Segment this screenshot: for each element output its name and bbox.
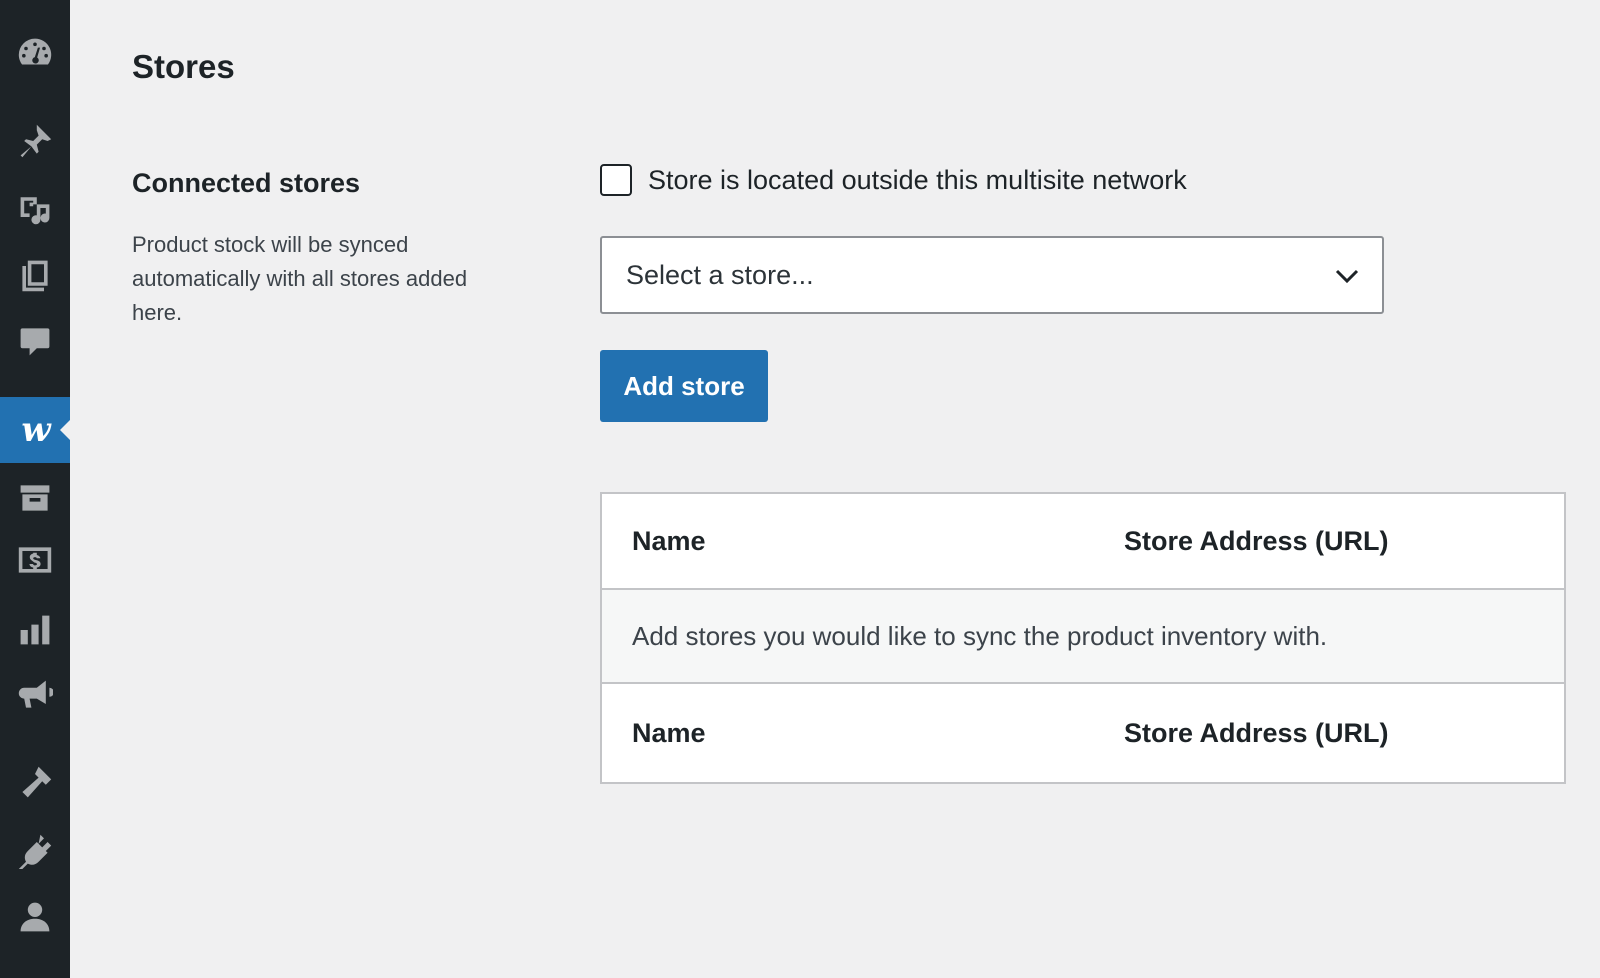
stores-table: Name Store Address (URL) Add stores you …: [600, 492, 1566, 784]
marketing-icon: [18, 680, 53, 708]
plugins-icon: [18, 834, 52, 869]
chevron-down-icon: [1335, 269, 1359, 284]
section-title: Connected stores: [132, 168, 361, 198]
column-footer-url[interactable]: Store Address (URL): [1124, 718, 1389, 749]
nav-item-payments[interactable]: [0, 527, 70, 593]
page-title: Stores: [132, 48, 235, 85]
add-store-button[interactable]: Add store: [600, 350, 768, 422]
analytics-icon: [20, 615, 50, 645]
outside-network-option: Store is located outside this multisite …: [600, 164, 1187, 196]
nav-item-products[interactable]: [0, 465, 70, 531]
table-footer-row: Name Store Address (URL): [602, 684, 1564, 782]
nav-item-dashboard[interactable]: [0, 20, 70, 86]
nav-item-analytics[interactable]: [0, 597, 70, 663]
payments-icon: [18, 547, 52, 573]
nav-item-media[interactable]: [0, 175, 70, 241]
outside-network-label[interactable]: Store is located outside this multisite …: [648, 165, 1187, 196]
appearance-icon: [22, 766, 52, 798]
store-select[interactable]: Select a store...: [600, 236, 1384, 314]
pin-icon: [20, 124, 52, 158]
woocommerce-icon: w: [21, 410, 50, 450]
nav-item-users[interactable]: [0, 884, 70, 950]
column-footer-name[interactable]: Name: [632, 718, 706, 749]
nav-item-appearance[interactable]: [0, 750, 70, 816]
dashboard-icon: [18, 38, 52, 65]
comments-icon: [20, 328, 50, 356]
archive-icon: [20, 485, 50, 511]
nav-item-marketing[interactable]: [0, 662, 70, 728]
users-icon: [20, 902, 50, 932]
nav-item-plugins[interactable]: [0, 818, 70, 884]
outside-network-checkbox[interactable]: [600, 164, 632, 196]
nav-item-pages[interactable]: [0, 242, 70, 308]
media-icon: [20, 197, 50, 225]
main-content: Stores Connected stores Product stock wi…: [70, 0, 1600, 978]
section-description: Product stock will be synced automatical…: [132, 232, 468, 325]
column-header-url[interactable]: Store Address (URL): [1124, 526, 1389, 557]
pages-icon: [22, 260, 48, 292]
nav-item-woocommerce[interactable]: w: [0, 397, 70, 463]
nav-item-comments[interactable]: [0, 308, 70, 374]
empty-message: Add stores you would like to sync the pr…: [632, 620, 1328, 651]
table-header-row: Name Store Address (URL): [602, 494, 1564, 590]
column-header-name[interactable]: Name: [632, 526, 706, 557]
admin-sidebar: w: [0, 0, 70, 978]
nav-item-posts[interactable]: [0, 108, 70, 174]
table-empty-row: Add stores you would like to sync the pr…: [602, 590, 1564, 684]
store-select-value: Select a store...: [626, 259, 814, 290]
